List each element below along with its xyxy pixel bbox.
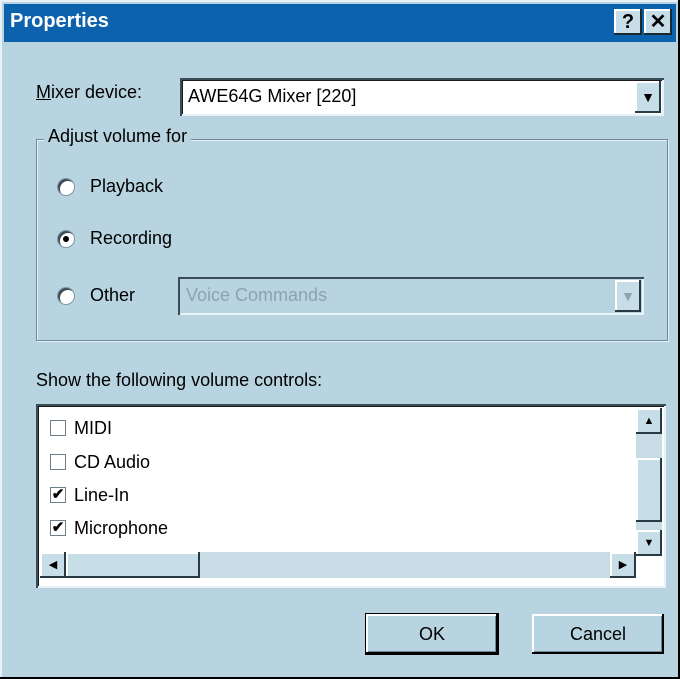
controls-heading: Show the following volume controls: — [36, 370, 323, 390]
close-button[interactable]: ✕ — [644, 9, 672, 35]
list-item-label: Line-In — [74, 485, 130, 505]
mixer-device-select[interactable]: AWE64G Mixer [220] ▼ — [180, 78, 664, 116]
list-item-label: CD Audio — [74, 452, 151, 472]
radio-playback-label[interactable]: Playback — [90, 176, 163, 197]
window-title: Properties — [10, 10, 109, 32]
cancel-button[interactable]: Cancel — [532, 614, 664, 654]
vertical-scrollbar[interactable]: ▲ ▼ — [636, 408, 662, 556]
mixer-dropdown-button[interactable]: ▼ — [635, 81, 661, 113]
help-button[interactable]: ? — [614, 9, 642, 35]
mixer-device-label-text: ixer device: — [51, 82, 143, 102]
scroll-right-button[interactable]: ▶ — [610, 552, 636, 578]
properties-dialog: Properties ? ✕ Mixer device: AWE64G Mixe… — [0, 0, 680, 679]
scroll-down-button[interactable]: ▼ — [636, 530, 662, 556]
ok-button[interactable]: OK — [366, 614, 498, 654]
check-icon: ✔ — [51, 486, 65, 503]
radio-recording[interactable] — [58, 231, 74, 247]
title-bar[interactable]: Properties ? ✕ — [4, 4, 676, 42]
radio-recording-label[interactable]: Recording — [90, 228, 172, 249]
chevron-down-icon: ▼ — [641, 89, 655, 105]
other-select: Voice Commands ▼ — [178, 277, 644, 315]
checkbox-microphone[interactable]: ✔ — [50, 520, 66, 536]
list-item-label: Microphone — [74, 518, 169, 538]
checkbox-cd-audio[interactable] — [50, 454, 66, 470]
volume-controls-list[interactable]: MIDI CD Audio ✔ Line-In ✔ Microphone ▲ ▼… — [36, 404, 666, 588]
radio-other-label[interactable]: Other — [90, 285, 135, 306]
arrow-down-icon: ▼ — [643, 537, 655, 549]
arrow-left-icon: ◀ — [48, 559, 58, 571]
check-icon: ✔ — [51, 519, 65, 536]
list-item-label: MIDI — [74, 418, 112, 438]
horizontal-scrollbar[interactable]: ◀ ▶ — [40, 552, 636, 578]
arrow-up-icon: ▲ — [643, 415, 655, 427]
scroll-up-button[interactable]: ▲ — [636, 408, 662, 434]
chevron-down-icon: ▼ — [621, 288, 635, 304]
mixer-device-value: AWE64G Mixer [220] — [188, 86, 357, 106]
other-dropdown-button: ▼ — [615, 280, 641, 312]
mixer-device-label-accel: M — [36, 82, 51, 102]
vertical-scroll-thumb[interactable] — [636, 458, 662, 522]
radio-other[interactable] — [58, 288, 74, 304]
radio-selected-dot — [63, 236, 69, 242]
radio-playback[interactable] — [58, 179, 74, 195]
mixer-device-label: Mixer device: — [36, 82, 142, 103]
checkbox-line-in[interactable]: ✔ — [50, 487, 66, 503]
checkbox-midi[interactable] — [50, 420, 66, 436]
scroll-left-button[interactable]: ◀ — [40, 552, 66, 578]
adjust-volume-legend: Adjust volume for — [44, 126, 192, 147]
horizontal-scroll-thumb[interactable] — [66, 552, 200, 578]
other-select-value: Voice Commands — [186, 285, 328, 305]
arrow-right-icon: ▶ — [618, 559, 628, 571]
